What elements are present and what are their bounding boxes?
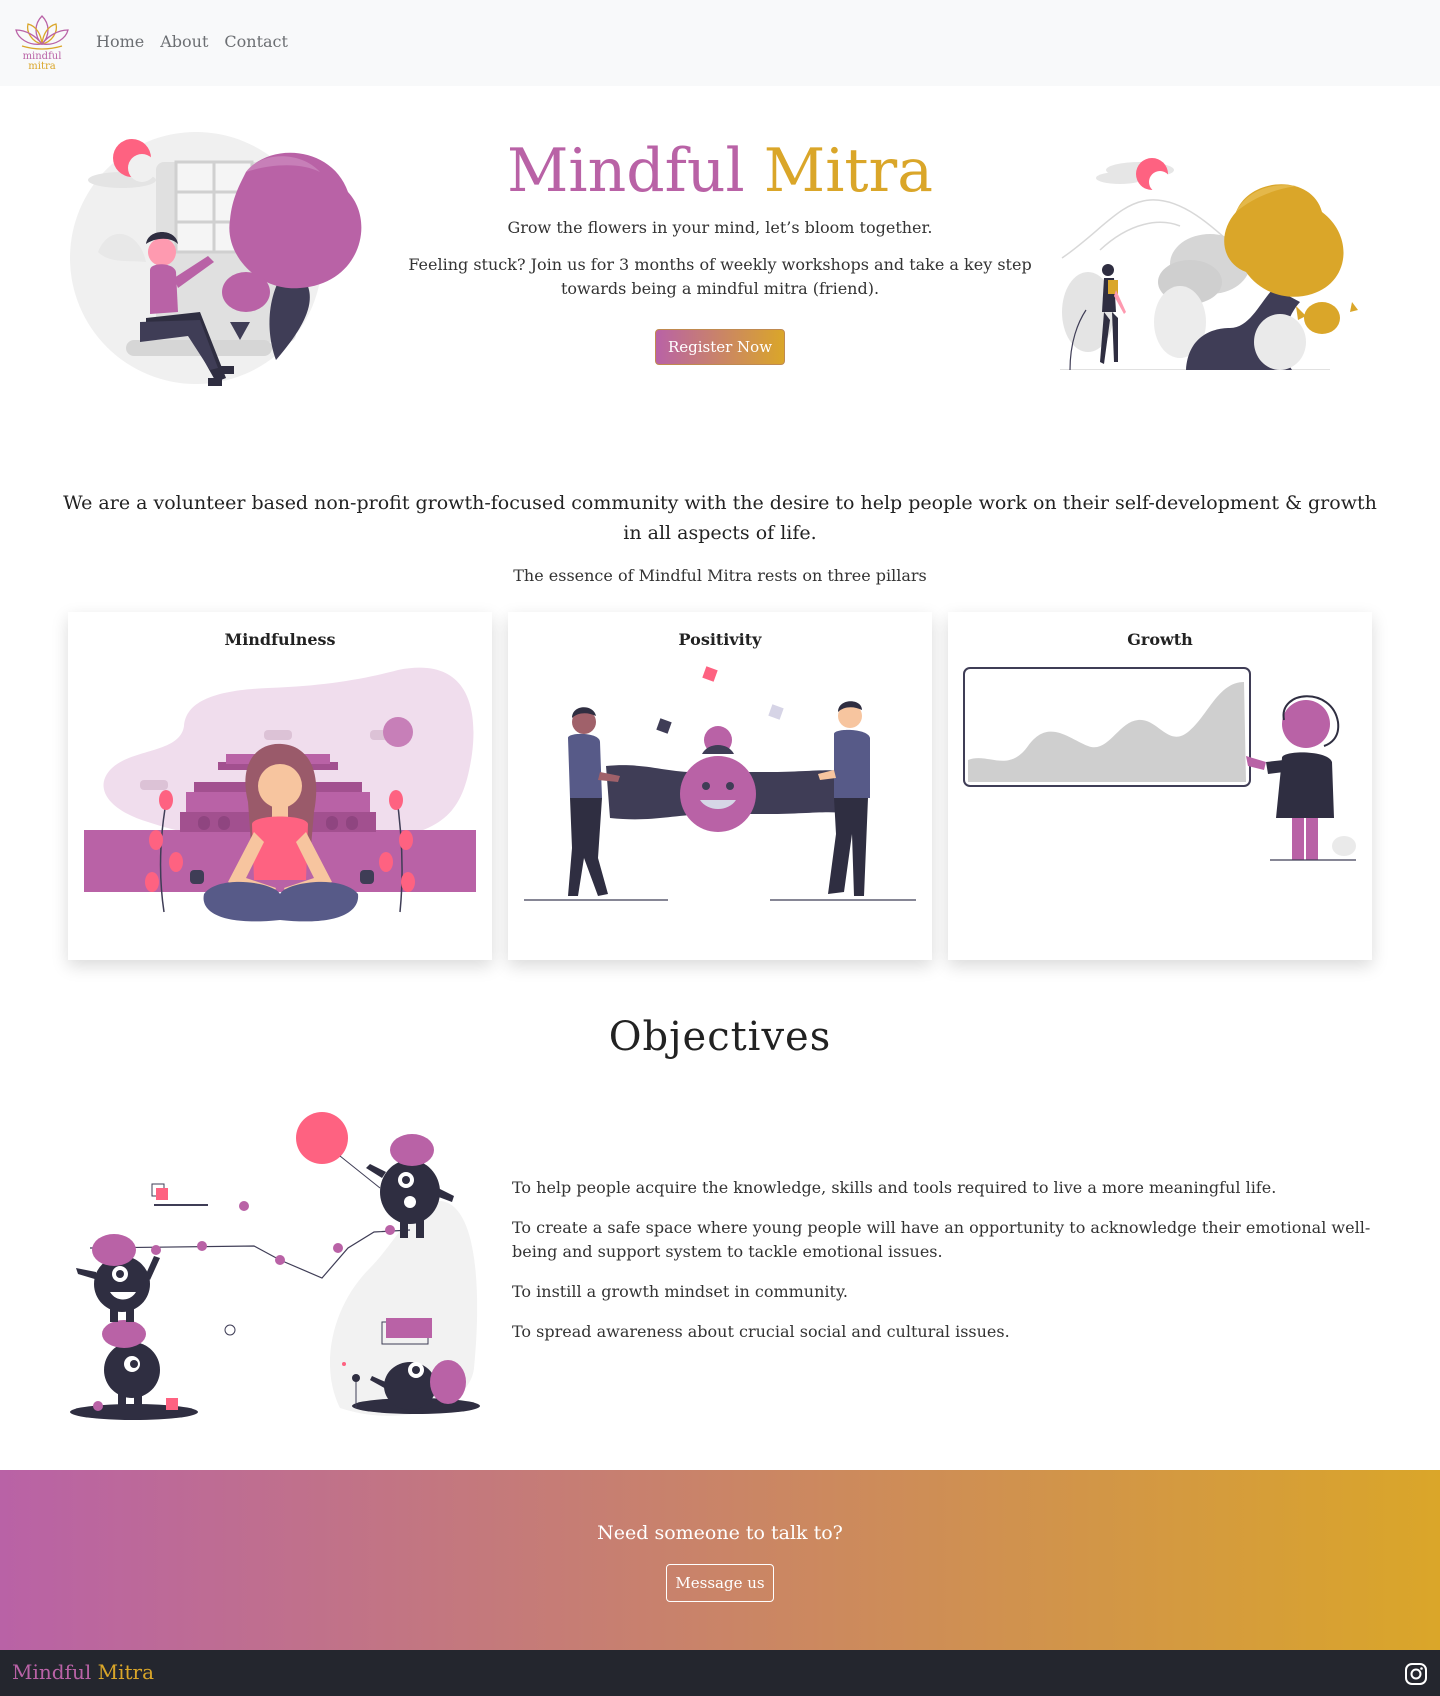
meditation-illustration [84, 667, 476, 922]
pillar-card-positivity: Positivity [508, 612, 932, 960]
hero-tree-illustration [1060, 152, 1370, 371]
growth-chart-illustration [963, 667, 1356, 861]
objective-item: To help people acquire the knowledge, sk… [512, 1178, 1277, 1197]
about-text: We are a volunteer based non-profit grow… [63, 492, 1377, 544]
teamwork-illustration [524, 666, 916, 901]
contact-cta-section: Need someone to talk to? Message us [0, 1470, 1440, 1650]
cta-text: Need someone to talk to? [597, 1522, 843, 1544]
pillar-title: Positivity [678, 630, 762, 649]
message-us-button[interactable]: Message us [666, 1564, 774, 1602]
nav-about-link[interactable]: About [160, 32, 208, 51]
hero-title-part2: Mitra [763, 136, 933, 206]
objectives-list: To help people acquire the knowledge, sk… [512, 1176, 1372, 1360]
pillar-title: Mindfulness [224, 630, 336, 649]
footer-brand-part2: Mitra [97, 1660, 155, 1684]
nav-contact-link[interactable]: Contact [224, 32, 288, 51]
pillar-card-growth: Growth [948, 612, 1372, 960]
objective-item: To instill a growth mindset in community… [512, 1282, 848, 1301]
hero-description: Feeling stuck? Join us for 3 months of w… [408, 255, 1032, 298]
objectives-illustration [70, 1108, 490, 1426]
objective-item: To create a safe space where young peopl… [512, 1218, 1371, 1261]
instagram-icon[interactable] [1404, 1662, 1428, 1686]
footer-brand[interactable]: Mindful Mitra [12, 1660, 154, 1684]
pillar-card-mindfulness: Mindfulness [68, 612, 492, 960]
lotus-icon [15, 15, 69, 50]
hero-title: Mindful Mitra [400, 130, 1040, 212]
logo-text-bottom: mitra [28, 61, 56, 72]
pillars-intro: The essence of Mindful Mitra rests on th… [513, 566, 927, 585]
hero-title-part1: Mindful [507, 136, 745, 206]
nav-home-link[interactable]: Home [96, 32, 144, 51]
objective-item: To spread awareness about crucial social… [512, 1322, 1010, 1341]
register-now-button[interactable]: Register Now [654, 329, 786, 365]
pillar-title: Growth [1127, 630, 1193, 649]
objectives-title: Objectives [608, 1014, 832, 1060]
logo[interactable]: mindful mitra [12, 10, 72, 76]
footer-brand-part1: Mindful [12, 1660, 92, 1684]
hero-window-illustration [70, 132, 385, 396]
footer: Mindful Mitra [0, 1650, 1440, 1696]
hero-section: Mindful Mitra Grow the flowers in your m… [400, 130, 1040, 365]
navbar: mindful mitra Home About Contact [0, 0, 1440, 86]
nav-links: Home About Contact [96, 32, 288, 51]
hero-tagline: Grow the flowers in your mind, let’s blo… [507, 218, 933, 237]
